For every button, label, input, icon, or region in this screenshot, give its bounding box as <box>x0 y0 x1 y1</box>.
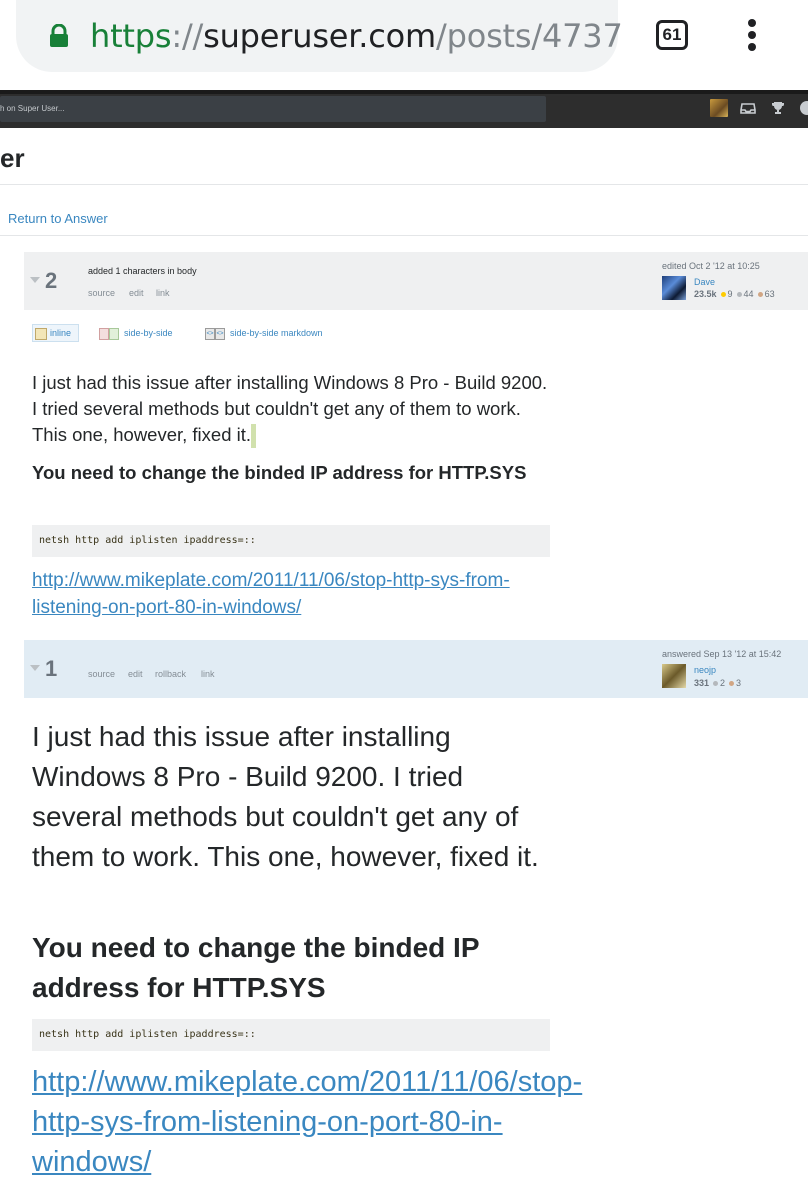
search-input[interactable] <box>0 96 546 122</box>
tab-side-by-side-text: side-by-side <box>124 328 173 338</box>
revision-body-paragraph: I just had this issue after installing W… <box>32 370 552 449</box>
paragraph-text: I just had this issue after installing W… <box>32 372 548 445</box>
inbox-icon[interactable] <box>740 101 756 115</box>
overflow-menu-dot <box>748 43 756 51</box>
user-reputation: 331 2 3 <box>694 678 741 688</box>
bronze-badge-count: 3 <box>736 678 742 688</box>
revision-body-heading: You need to change the binded IP address… <box>32 462 527 483</box>
url-text[interactable]: https://superuser.com/posts/4737 <box>90 14 623 58</box>
user-avatar[interactable] <box>710 99 728 117</box>
user-reputation: 23.5k 9 44 63 <box>694 289 775 299</box>
tab-switcher-button[interactable]: 61 <box>656 20 688 50</box>
url-separator: :// <box>171 17 204 55</box>
external-link[interactable]: http://www.mikeplate.com/2011/11/06/stop… <box>32 567 552 621</box>
user-name-link[interactable]: neojp <box>694 665 716 675</box>
collapse-arrow-icon[interactable] <box>30 277 40 283</box>
collapse-arrow-icon[interactable] <box>30 665 40 671</box>
edit-link[interactable]: edit <box>129 288 144 298</box>
bronze-badge-icon <box>729 681 735 687</box>
tab-inline-label: inline <box>35 324 71 342</box>
tab-inline-text: inline <box>50 328 72 338</box>
link-link[interactable]: link <box>201 669 215 679</box>
source-link[interactable]: source <box>88 288 115 298</box>
rollback-link[interactable]: rollback <box>155 669 186 679</box>
help-icon[interactable] <box>800 101 808 115</box>
url-path: /posts/4737 <box>436 17 623 55</box>
link-link[interactable]: link <box>156 288 170 298</box>
revision-body-paragraph: I just had this issue after installing W… <box>32 721 539 872</box>
revision-number: 2 <box>45 268 58 293</box>
revision-timestamp: edited Oct 2 '12 at 10:25 <box>662 261 760 271</box>
divider <box>0 184 808 185</box>
overflow-menu-dot <box>748 31 756 39</box>
markdown-diff-icon: <> <box>205 327 215 340</box>
page-title: er <box>0 143 25 173</box>
achievements-trophy-icon[interactable] <box>770 101 786 115</box>
bronze-badge-count: 63 <box>764 289 775 299</box>
overflow-menu-icon[interactable] <box>748 19 756 27</box>
edit-link[interactable]: edit <box>128 669 143 679</box>
side-by-side-icon <box>99 327 109 340</box>
silver-badge-icon <box>713 681 719 687</box>
user-name-link[interactable]: Dave <box>694 277 715 287</box>
code-block: netsh http add iplisten ipaddress=:: <box>32 1019 550 1051</box>
tab-side-by-side-markdown[interactable]: <> <> side-by-side markdown <box>205 324 323 342</box>
gold-badge-icon <box>720 292 726 298</box>
inline-diff-icon <box>35 327 47 340</box>
reputation-score: 23.5k <box>694 289 717 299</box>
reputation-score: 331 <box>694 678 710 688</box>
markdown-diff-icon-right: <> <box>215 327 225 340</box>
divider <box>0 235 808 236</box>
revision-comment: added 1 characters in body <box>88 266 197 276</box>
silver-badge-count: 44 <box>743 289 754 299</box>
revision-timestamp: answered Sep 13 '12 at 15:42 <box>662 649 782 659</box>
tab-side-by-side-markdown-text: side-by-side markdown <box>230 328 323 338</box>
external-link[interactable]: http://www.mikeplate.com/2011/11/06/stop… <box>32 1062 582 1182</box>
url-host: superuser.com <box>203 17 437 55</box>
lock-icon <box>50 24 68 47</box>
search-placeholder: h on Super User... <box>0 104 65 113</box>
source-link[interactable]: source <box>88 669 115 679</box>
url-scheme: https <box>90 17 172 55</box>
revision-body-heading: You need to change the binded IP address… <box>32 932 480 1003</box>
revision-number: 1 <box>45 656 58 681</box>
user-avatar[interactable] <box>662 664 686 688</box>
bronze-badge-icon <box>757 292 763 298</box>
inserted-text-marker <box>251 424 257 449</box>
silver-badge-icon <box>736 292 742 298</box>
gold-badge-count: 9 <box>727 289 733 299</box>
user-avatar[interactable] <box>662 276 686 300</box>
code-block: netsh http add iplisten ipaddress=:: <box>32 525 550 557</box>
silver-badge-count: 2 <box>720 678 726 688</box>
side-by-side-icon-right <box>109 327 119 340</box>
return-to-answer-link[interactable]: Return to Answer <box>8 210 108 228</box>
tab-side-by-side[interactable]: side-by-side <box>99 324 173 342</box>
